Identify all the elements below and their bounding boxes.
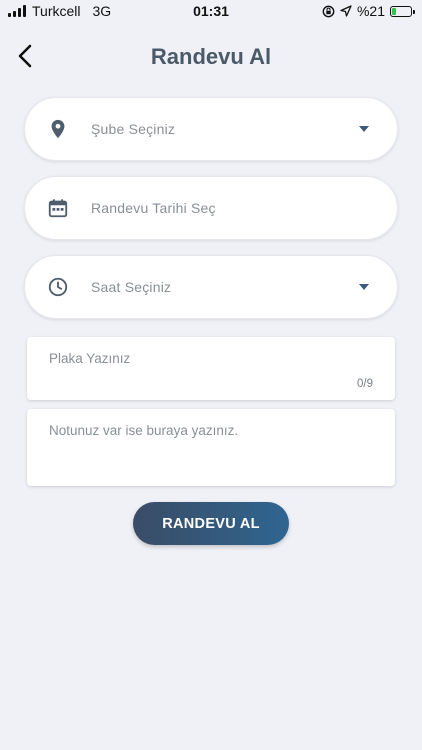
character-counter: 0/9 xyxy=(357,378,373,390)
battery-icon xyxy=(390,5,415,17)
plate-input[interactable]: Plaka Yazınız 0/9 xyxy=(27,337,395,400)
location-pin-icon xyxy=(51,119,65,139)
time-select-label: Saat Seçiniz xyxy=(91,279,172,295)
header: Randevu Al xyxy=(0,38,422,74)
battery-level-fill xyxy=(392,7,396,15)
note-textarea[interactable]: Notunuz var ise buraya yazınız. xyxy=(27,409,395,486)
branch-select-label: Şube Seçiniz xyxy=(91,121,176,137)
branch-select[interactable]: Şube Seçiniz xyxy=(24,97,398,161)
calendar-icon xyxy=(48,199,68,218)
time-select[interactable]: Saat Seçiniz xyxy=(24,255,398,319)
caret-down-icon xyxy=(359,284,369,290)
note-textarea-placeholder: Notunuz var ise buraya yazınız. xyxy=(49,423,239,438)
orientation-lock-icon xyxy=(322,5,335,17)
clock-icon xyxy=(48,277,68,297)
status-bar: Turkcell 3G 01:31 %21 xyxy=(0,0,422,24)
plate-input-placeholder: Plaka Yazınız xyxy=(49,351,131,366)
date-picker[interactable]: Randevu Tarihi Seç xyxy=(24,176,398,240)
submit-appointment-button[interactable]: RANDEVU AL xyxy=(133,502,289,545)
caret-down-icon xyxy=(359,126,369,132)
status-right: %21 xyxy=(322,3,415,19)
date-picker-label: Randevu Tarihi Seç xyxy=(91,200,216,216)
page-title: Randevu Al xyxy=(150,44,272,69)
battery-percent: %21 xyxy=(356,3,385,19)
location-arrow-icon xyxy=(340,5,352,17)
